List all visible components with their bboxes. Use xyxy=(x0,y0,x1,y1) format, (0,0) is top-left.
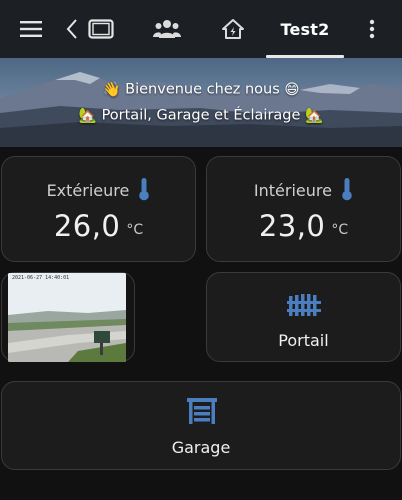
outdoor-temperature-reading: 26,0 °C xyxy=(2,209,195,243)
garage-icon xyxy=(187,398,217,424)
outdoor-temperature-card[interactable]: Extérieure 26,0 °C xyxy=(1,156,196,262)
tab-test2[interactable]: Test2 xyxy=(266,0,344,58)
indoor-temperature-card[interactable]: Intérieure 23,0 °C xyxy=(206,156,401,262)
portail-label: Portail xyxy=(278,331,329,350)
garage-button[interactable]: Garage xyxy=(1,381,401,470)
back-button[interactable] xyxy=(62,0,82,58)
top-app-bar: Test2 xyxy=(0,0,402,58)
people-icon xyxy=(153,20,181,38)
dots-vertical-icon xyxy=(369,19,375,39)
banner-welcome-line: 👋 Bienvenue chez nous 😄 xyxy=(0,81,402,99)
tab-test2-label: Test2 xyxy=(280,19,330,39)
indoor-temperature-unit: °C xyxy=(331,222,349,238)
tablet-view-button[interactable] xyxy=(86,0,116,58)
home-bolt-icon xyxy=(222,19,244,39)
outdoor-temperature-unit: °C xyxy=(126,222,144,238)
gate-icon xyxy=(287,294,321,316)
mountain-landscape-image xyxy=(0,58,402,147)
indoor-temperature-label: Intérieure xyxy=(253,181,332,200)
camera-timestamp: 2021-06-27 14:40:01 xyxy=(12,275,70,281)
portail-button[interactable]: Portail xyxy=(206,272,401,362)
indoor-temperature-reading: 23,0 °C xyxy=(207,209,400,243)
thermometer-icon xyxy=(342,178,352,201)
tab-people[interactable] xyxy=(146,0,188,58)
thermometer-icon xyxy=(139,178,150,201)
indoor-temperature-value: 23,0 xyxy=(258,209,326,243)
house-garden-emoji: 🏡 xyxy=(305,108,324,124)
banner-welcome-text: Bienvenue chez nous xyxy=(125,81,280,98)
more-options-button[interactable] xyxy=(358,0,386,58)
chevron-left-icon xyxy=(66,19,77,39)
tablet-icon xyxy=(88,19,114,39)
outdoor-temperature-value: 26,0 xyxy=(53,209,121,243)
banner-subtitle-text: Portail, Garage et Éclairage xyxy=(101,107,301,124)
menu-button[interactable] xyxy=(14,0,48,58)
indoor-temperature-header: Intérieure xyxy=(207,177,400,201)
welcome-banner: 👋 Bienvenue chez nous 😄 🏡 Portail, Garag… xyxy=(0,58,402,147)
garage-label: Garage xyxy=(171,438,231,457)
camera-scene-image xyxy=(8,273,126,362)
hamburger-menu-icon xyxy=(20,21,42,37)
outdoor-temperature-header: Extérieure xyxy=(2,177,195,201)
tab-home-energy[interactable] xyxy=(212,0,254,58)
banner-subtitle-line: 🏡 Portail, Garage et Éclairage 🏡 xyxy=(0,107,402,125)
outdoor-temperature-label: Extérieure xyxy=(46,181,130,200)
waving-hand-emoji: 👋 xyxy=(102,82,121,98)
smiling-face-emoji: 😄 xyxy=(284,81,300,98)
camera-snapshot[interactable]: 2021-06-27 14:40:01 xyxy=(8,273,126,362)
house-garden-emoji: 🏡 xyxy=(78,108,97,124)
